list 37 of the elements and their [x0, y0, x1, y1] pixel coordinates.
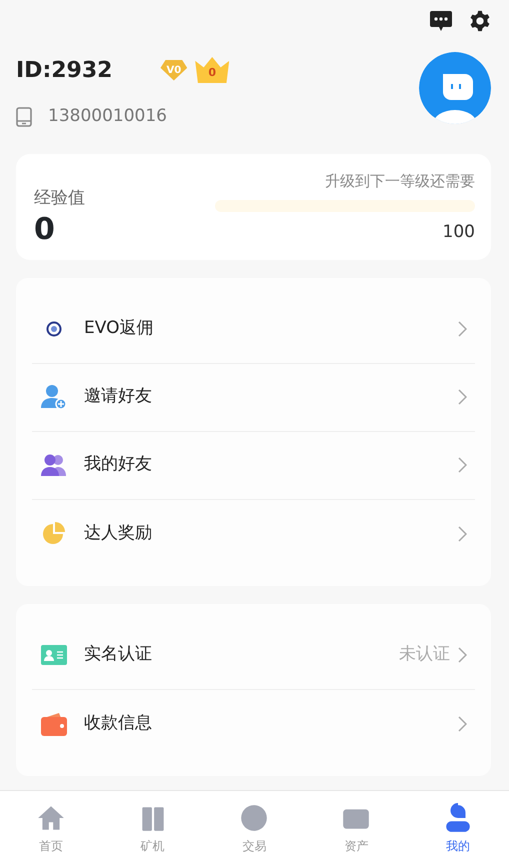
id-card-icon: [41, 645, 67, 665]
menu-item[interactable]: 达人奖励: [32, 500, 475, 568]
chevron-right-icon: [458, 457, 467, 473]
avatar[interactable]: [419, 52, 491, 124]
add-user-icon: [41, 384, 67, 410]
menu-label: 我的好友: [84, 453, 153, 476]
menu-item[interactable]: 实名认证 未认证: [32, 622, 475, 690]
settings-icon[interactable]: [469, 10, 491, 32]
crown-badge: 0: [195, 57, 230, 83]
menu-item[interactable]: 收款信息: [32, 690, 475, 758]
menu-label: EVO返佣: [84, 317, 154, 340]
target-value: 100: [442, 221, 475, 244]
users-icon: [41, 454, 67, 476]
menu-label: 收款信息: [84, 712, 153, 735]
coin-icon: [46, 321, 62, 337]
tab-button[interactable]: 我的: [428, 799, 488, 855]
status-text: 未认证: [399, 643, 450, 666]
pie-chart-icon: [42, 522, 66, 546]
menu-label: 实名认证: [84, 643, 153, 666]
menu-item[interactable]: 邀请好友: [32, 364, 475, 432]
chevron-right-icon: [458, 321, 467, 337]
menu-item[interactable]: EVO返佣: [32, 296, 475, 364]
menu-label: 达人奖励: [84, 522, 153, 545]
upgrade-hint: 升级到下一等级还需要: [325, 170, 475, 192]
phone-number: 13800010016: [48, 105, 167, 128]
chat-icon[interactable]: [429, 10, 453, 32]
experience-value: 0: [34, 212, 56, 246]
chevron-right-icon: [458, 526, 467, 542]
vip-badge: V0: [160, 60, 188, 80]
chevron-right-icon: [458, 716, 467, 732]
user-id: ID:2932: [16, 56, 112, 84]
phone-icon: [16, 106, 32, 127]
experience-label: 经验值: [34, 186, 85, 210]
menu-label: 邀请好友: [84, 385, 153, 408]
chevron-right-icon: [458, 389, 467, 405]
menu-item[interactable]: 我的好友: [32, 432, 475, 500]
chevron-right-icon: [458, 647, 467, 663]
